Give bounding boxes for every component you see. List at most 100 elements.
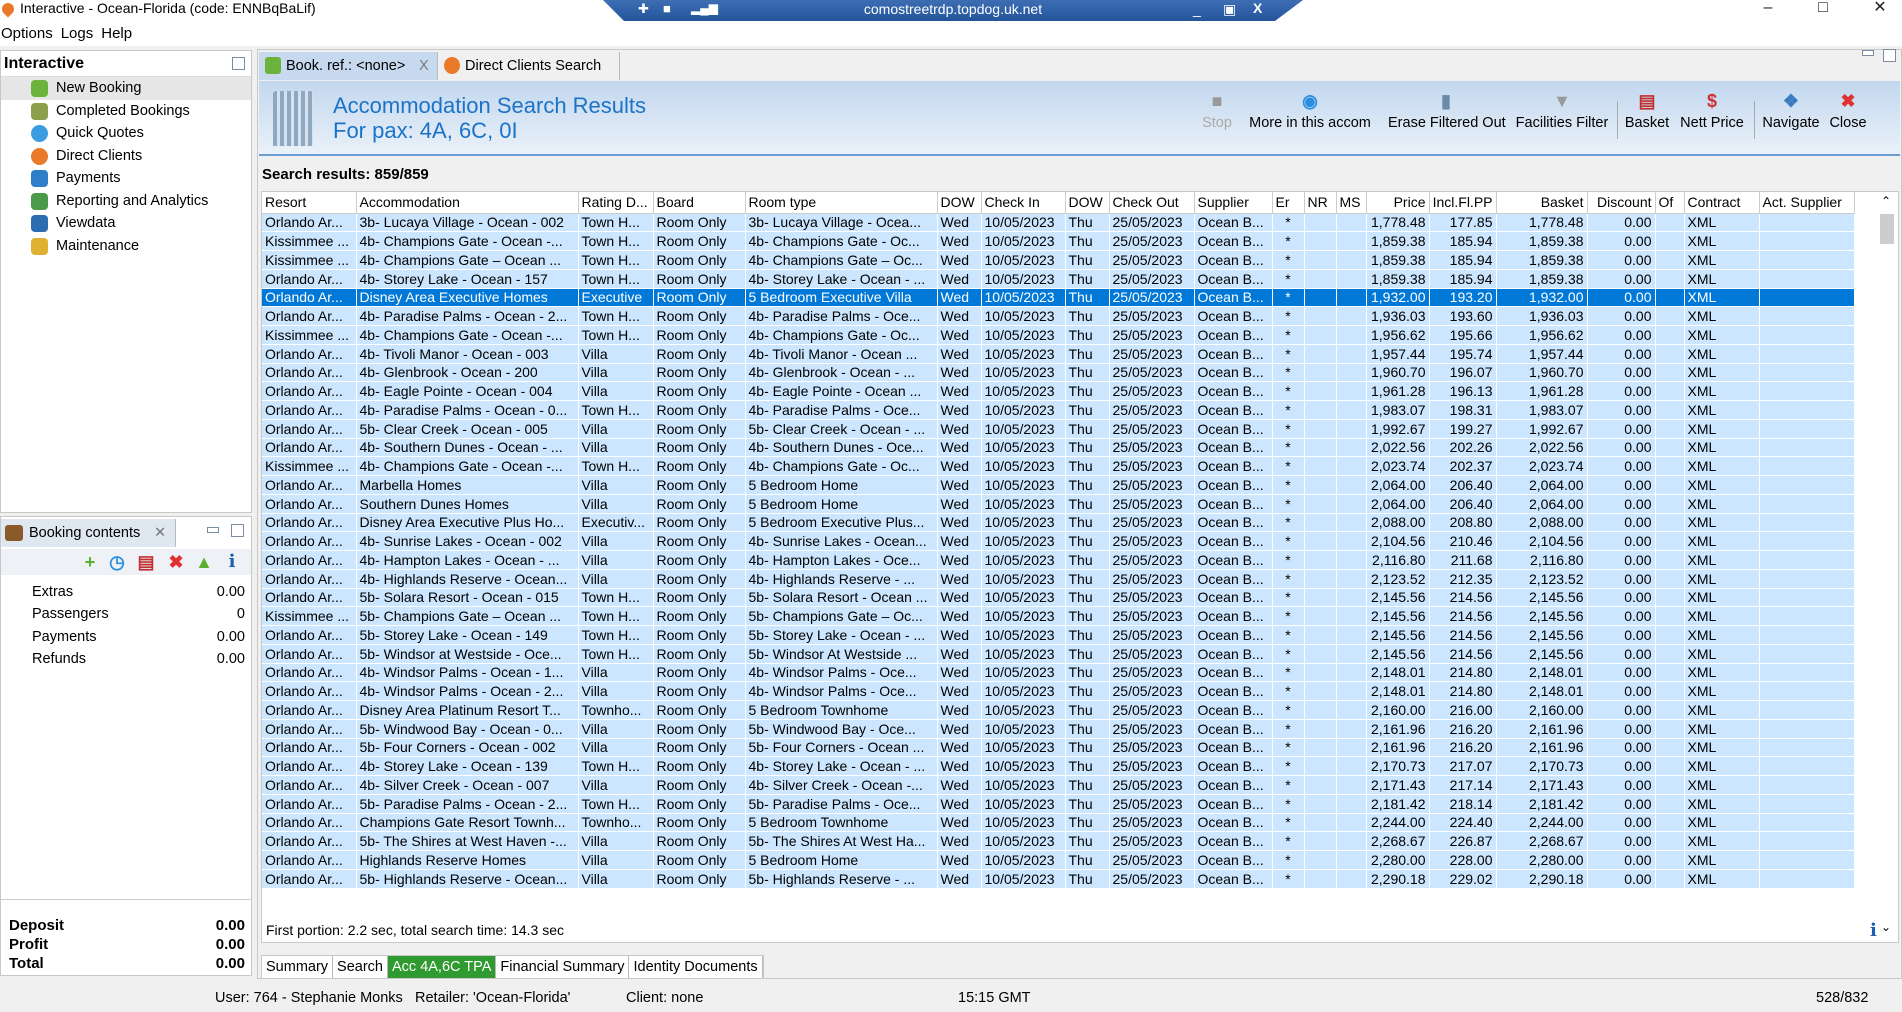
rdp-minimize-icon[interactable]: _ xyxy=(1193,1,1201,17)
table-row[interactable]: Orlando Ar... Disney Area Platinum Resort… xyxy=(262,700,1855,720)
column-header[interactable]: Room type xyxy=(745,192,938,214)
table-row[interactable]: Orlando Ar... 4b- Storey Lake - Ocean - 1… xyxy=(262,756,1855,776)
nav-reporting[interactable]: Reporting and Analytics xyxy=(1,190,251,213)
column-header[interactable]: Check Out xyxy=(1109,192,1195,214)
facilities-filter-button[interactable]: ▼ Facilities Filter xyxy=(1515,91,1609,151)
table-row[interactable]: Orlando Ar... 4b- Southern Dunes - Ocean … xyxy=(262,438,1855,458)
table-row[interactable]: Orlando Ar... 4b- Eagle Pointe - Ocean - … xyxy=(262,381,1855,401)
table-row[interactable]: Orlando Ar... 4b- Windsor Palms - Ocean -… xyxy=(262,663,1855,683)
table-row[interactable]: Orlando Ar... 5b- Windsor at Westside - O… xyxy=(262,644,1855,664)
table-row[interactable]: Orlando Ar... 5b- Solara Resort - Ocean -… xyxy=(262,588,1855,608)
table-row[interactable]: Orlando Ar... 4b- Hampton Lakes - Ocean -… xyxy=(262,550,1855,570)
maximize-panel-icon[interactable] xyxy=(231,524,244,537)
column-header[interactable]: DOW xyxy=(937,192,982,214)
close-window-button[interactable]: ✕ xyxy=(1860,0,1900,20)
column-header[interactable]: Of xyxy=(1655,192,1685,214)
table-row[interactable]: Orlando Ar... 4b- Storey Lake - Ocean - 1… xyxy=(262,269,1855,289)
tab-search[interactable]: Search xyxy=(333,956,388,978)
nett-price-button[interactable]: $ Nett Price xyxy=(1677,91,1747,151)
nav-viewdata[interactable]: Viewdata xyxy=(1,212,251,235)
column-header[interactable]: Board xyxy=(653,192,746,214)
column-header[interactable]: Incl.Fl.PP xyxy=(1429,192,1497,214)
column-header[interactable]: Er xyxy=(1272,192,1305,214)
table-row[interactable]: Orlando Ar... 5b- Windwood Bay - Ocean - … xyxy=(262,719,1855,739)
table-row[interactable]: Orlando Ar... 4b- Silver Creek - Ocean - … xyxy=(262,775,1855,795)
table-row[interactable]: Orlando Ar... 5b- Paradise Palms - Ocean … xyxy=(262,794,1855,814)
table-row[interactable]: Orlando Ar... 4b- Tivoli Manor - Ocean - … xyxy=(262,344,1855,364)
table-row[interactable]: Orlando Ar... 4b- Sunrise Lakes - Ocean -… xyxy=(262,531,1855,551)
table-row[interactable]: Orlando Ar... Marbella Homes Villa Room Onl… xyxy=(262,475,1855,495)
menu-options[interactable]: Options xyxy=(0,22,61,46)
menu-logs[interactable]: Logs xyxy=(61,22,102,46)
column-header[interactable]: Supplier xyxy=(1194,192,1273,214)
column-header[interactable]: Rating D... xyxy=(578,192,654,214)
tab-acc[interactable]: Acc 4A,6C TPA xyxy=(388,956,497,978)
column-header[interactable]: MS xyxy=(1336,192,1367,214)
palm-tree-icon[interactable]: ▲ xyxy=(195,553,213,571)
basket-icon[interactable]: ▤ xyxy=(137,553,155,571)
table-row[interactable]: Orlando Ar... 5b- Four Corners - Ocean - … xyxy=(262,738,1855,758)
table-row[interactable]: Orlando Ar... Highlands Reserve Homes Vill… xyxy=(262,850,1855,870)
table-row[interactable]: Kissimmee ... 5b- Champions Gate – Ocean … xyxy=(262,606,1855,626)
close-button[interactable]: ✖ Close xyxy=(1827,91,1869,151)
info-icon[interactable]: i xyxy=(223,553,241,571)
minimize-view-icon[interactable] xyxy=(1862,50,1874,56)
table-row[interactable]: Orlando Ar... Disney Area Executive Homes… xyxy=(262,288,1855,308)
column-header[interactable]: Basket xyxy=(1496,192,1588,214)
table-row[interactable]: Orlando Ar... Southern Dunes Homes Villa Ro… xyxy=(262,494,1855,514)
scroll-up-icon[interactable]: ⌃ xyxy=(1881,194,1891,208)
table-row[interactable]: Kissimmee ... 4b- Champions Gate - Ocean … xyxy=(262,325,1855,345)
table-row[interactable]: Kissimmee ... 4b- Champions Gate – Ocean … xyxy=(262,250,1855,270)
tab-summary[interactable]: Summary xyxy=(262,956,334,978)
table-row[interactable]: Orlando Ar... 5b- The Shires at West Have… xyxy=(262,831,1855,851)
erase-filtered-out-button[interactable]: ▮ Erase Filtered Out xyxy=(1388,91,1506,151)
table-row[interactable]: Orlando Ar... 5b- Clear Creek - Ocean - 0… xyxy=(262,419,1855,439)
table-row[interactable]: Orlando Ar... 3b- Lucaya Village - Ocean … xyxy=(262,213,1855,233)
scroll-down-icon[interactable]: ⌄ xyxy=(1881,920,1891,934)
nav-quick-quotes[interactable]: Quick Quotes xyxy=(1,122,251,145)
column-header[interactable]: Act. Supplier xyxy=(1759,192,1855,214)
basket-button[interactable]: ▤ Basket xyxy=(1623,91,1671,151)
maximize-view-icon[interactable] xyxy=(1883,49,1896,62)
nav-completed-bookings[interactable]: Completed Bookings xyxy=(1,100,251,123)
column-header[interactable]: DOW xyxy=(1065,192,1110,214)
info-icon[interactable]: i xyxy=(1870,920,1877,941)
nav-new-booking[interactable]: New Booking xyxy=(1,77,251,100)
column-header[interactable]: Check In xyxy=(981,192,1066,214)
close-tab-icon[interactable]: X xyxy=(419,52,429,80)
table-row[interactable]: Orlando Ar... 4b- Highlands Reserve - Oce… xyxy=(262,569,1855,589)
tab-identity-documents[interactable]: Identity Documents xyxy=(629,956,763,978)
navigate-button[interactable]: ❖ Navigate xyxy=(1759,91,1823,151)
column-header[interactable]: Contract xyxy=(1684,192,1760,214)
tab-financial-summary[interactable]: Financial Summary xyxy=(496,956,630,978)
tab-direct-clients-search[interactable]: Direct Clients Search xyxy=(438,52,620,80)
table-row[interactable]: Orlando Ar... 4b- Glenbrook - Ocean - 200… xyxy=(262,363,1855,383)
table-row[interactable]: Orlando Ar... 4b- Windsor Palms - Ocean -… xyxy=(262,681,1855,701)
vertical-scrollbar[interactable]: ⌃ ⌄ xyxy=(1876,192,1898,942)
nav-direct-clients[interactable]: Direct Clients xyxy=(1,145,251,168)
table-row[interactable]: Orlando Ar... Champions Gate Resort Townh… xyxy=(262,813,1855,833)
stop-button[interactable]: ■ Stop xyxy=(1199,91,1235,151)
add-icon[interactable]: + xyxy=(81,553,99,571)
rdp-close-icon[interactable]: X xyxy=(1253,0,1262,16)
table-row[interactable]: Kissimmee ... 4b- Champions Gate - Ocean … xyxy=(262,231,1855,251)
minimize-panel-icon[interactable] xyxy=(207,527,219,533)
table-row[interactable]: Orlando Ar... Disney Area Executive Plus … xyxy=(262,513,1855,533)
column-header[interactable]: Price xyxy=(1366,192,1430,214)
maximize-button[interactable]: □ xyxy=(1803,0,1843,20)
booking-contents-tab[interactable]: Booking contents ✕ xyxy=(1,519,176,547)
more-in-accom-button[interactable]: ◉ More in this accom xyxy=(1245,91,1375,151)
collapse-icon[interactable] xyxy=(232,57,245,70)
column-header[interactable]: NR xyxy=(1304,192,1337,214)
table-row[interactable]: Orlando Ar... 5b- Highlands Reserve - Oce… xyxy=(262,869,1855,889)
menu-help[interactable]: Help xyxy=(101,22,140,46)
rdp-restore-icon[interactable]: ▣ xyxy=(1223,1,1236,18)
close-tab-icon[interactable]: ✕ xyxy=(154,519,166,547)
table-row[interactable]: Kissimmee ... 4b- Champions Gate - Ocean … xyxy=(262,456,1855,476)
column-header[interactable]: Accommodation xyxy=(356,192,579,214)
table-row[interactable]: Orlando Ar... 4b- Paradise Palms - Ocean … xyxy=(262,400,1855,420)
clock-icon[interactable]: ◷ xyxy=(108,553,126,571)
nav-payments[interactable]: Payments xyxy=(1,167,251,190)
delete-icon[interactable]: ✖ xyxy=(167,553,185,571)
table-row[interactable]: Orlando Ar... 5b- Storey Lake - Ocean - 1… xyxy=(262,625,1855,645)
